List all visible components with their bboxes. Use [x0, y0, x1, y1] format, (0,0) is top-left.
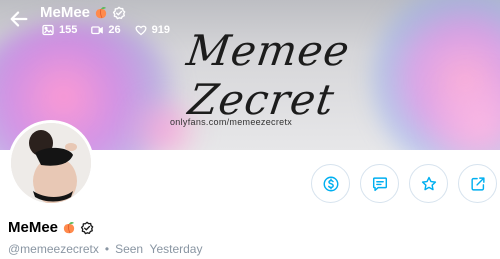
photos-count: 155	[42, 24, 77, 36]
star-icon	[421, 176, 436, 190]
avatar[interactable]	[8, 120, 94, 206]
videos-count: 26	[91, 24, 121, 36]
likes-count: 919	[135, 24, 170, 36]
profile-meta: @memeezecretx • Seen Yesterday	[8, 242, 202, 256]
arrow-left-icon[interactable]	[8, 8, 30, 30]
header-name: MeMee	[40, 4, 91, 21]
message-icon	[372, 176, 387, 191]
profile-name-row: MeMee	[8, 219, 94, 236]
favorite-button[interactable]	[409, 164, 448, 203]
heart-icon	[135, 25, 147, 36]
share-button[interactable]	[458, 164, 497, 203]
message-button[interactable]	[360, 164, 399, 203]
meta-separator: •	[104, 242, 110, 256]
last-seen-status: Seen Yesterday	[115, 242, 203, 256]
image-icon	[42, 24, 54, 36]
share-icon	[470, 176, 485, 191]
tip-button[interactable]	[311, 164, 350, 203]
profile-name: MeMee	[8, 219, 59, 236]
header-title: MeMee	[40, 4, 126, 21]
banner-url: onlyfans.com/memeezecretx	[170, 117, 293, 127]
profile-handle: @memeezecretx	[8, 242, 99, 256]
profile-stats: 155 26 919	[42, 24, 170, 36]
profile-actions	[311, 164, 497, 203]
video-icon	[91, 26, 104, 35]
peach-icon	[61, 220, 77, 236]
top-bar: MeMee 155 26 919	[0, 0, 500, 46]
verified-badge-icon	[112, 6, 126, 20]
peach-icon	[93, 5, 109, 21]
verified-badge-icon	[80, 221, 94, 235]
dollar-icon	[323, 176, 338, 191]
avatar-image	[11, 123, 91, 203]
